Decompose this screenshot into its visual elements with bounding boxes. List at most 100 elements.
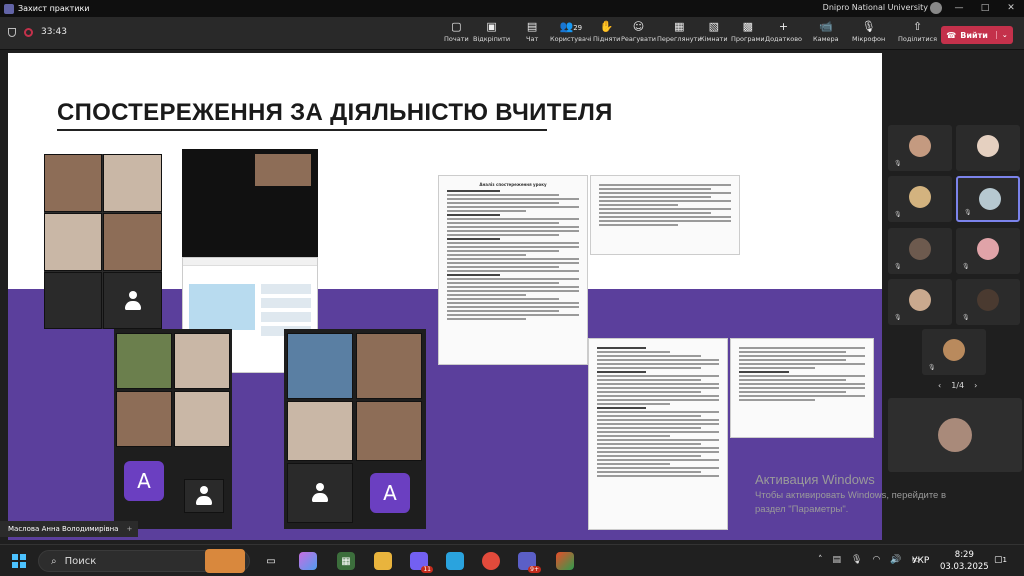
calculator-icon[interactable]: ▦ — [337, 552, 355, 570]
participant-face — [979, 188, 1001, 210]
file-explorer-icon[interactable] — [374, 552, 392, 570]
app-icon[interactable] — [556, 552, 574, 570]
participant-face — [909, 186, 931, 208]
participants-button[interactable]: 👥29 Користувачі — [550, 20, 592, 43]
chat-button[interactable]: ▤ Чат — [526, 20, 538, 43]
participant-tile[interactable]: 🎙 — [888, 176, 952, 222]
avatar: A — [370, 473, 410, 513]
participant-face — [909, 238, 931, 260]
search-label: Поиск — [64, 555, 97, 567]
unpin-button[interactable]: ▣ Відкріпити — [473, 20, 510, 43]
close-button[interactable]: ✕ — [998, 0, 1024, 17]
mic-off-icon: 🎙 — [894, 160, 902, 167]
share-button[interactable]: ⇧ Поділитися — [898, 20, 937, 43]
telegram-icon[interactable] — [446, 552, 464, 570]
participants-count: 29 — [573, 24, 583, 32]
windows-taskbar: ⌕ Поиск ▭ ▦ 11 9+ ˄ ▤ 🎙 ◠ 🔊 ▭ УКР 8:29 0… — [0, 544, 1024, 576]
shield-icon[interactable] — [8, 27, 16, 37]
participant-tile[interactable]: 🎙 — [922, 329, 986, 375]
participant-tile[interactable]: 🎙 — [888, 228, 952, 274]
participant-face — [977, 238, 999, 260]
participant-tile[interactable]: 🎙 — [956, 279, 1020, 325]
apps-button[interactable]: ▩ Програми — [731, 20, 765, 43]
maximize-button[interactable]: □ — [972, 0, 998, 17]
account-avatar[interactable] — [930, 2, 942, 14]
volume-icon[interactable]: 🔊 — [890, 555, 901, 565]
more-icon: + — [778, 20, 789, 33]
chat-icon: ▤ — [526, 20, 538, 33]
video-tile — [184, 479, 224, 513]
recording-icon[interactable] — [24, 27, 33, 37]
notification-icon[interactable]: ▢1 — [994, 555, 1007, 565]
widgets-icon[interactable] — [205, 549, 245, 573]
participant-face — [909, 135, 931, 157]
chevron-left-icon[interactable]: ‹ — [938, 381, 941, 390]
wifi-icon[interactable]: ◠ — [872, 555, 880, 565]
taskbar-clock[interactable]: 8:29 03.03.2025 — [940, 549, 989, 573]
notification-count: 1 — [1002, 556, 1007, 564]
plus-icon[interactable]: + — [126, 525, 132, 533]
mic-off-icon: 🎙 — [894, 211, 902, 218]
start-button[interactable]: ▢ Почати — [444, 20, 469, 43]
participant-tile[interactable]: 🎙 — [888, 125, 952, 171]
mic-off-icon: 🎙 — [894, 263, 902, 270]
camera-button[interactable]: 📹 Камера — [813, 20, 839, 43]
person-icon — [312, 483, 328, 503]
slide-screenshot-gallery-2: A — [114, 329, 232, 529]
participant-tile-active-speaker[interactable]: 🎙 — [956, 176, 1020, 222]
more-button[interactable]: + Додатково — [765, 20, 802, 43]
start-button[interactable] — [12, 554, 26, 568]
task-view-icon[interactable]: ▭ — [262, 552, 280, 570]
video-tile — [44, 272, 102, 329]
slide-document-4 — [730, 338, 874, 438]
mic-button[interactable]: 🎙 Мікрофон — [852, 20, 885, 43]
clock-time: 8:29 — [954, 550, 974, 560]
minimize-button[interactable]: — — [946, 0, 972, 17]
search-icon: ⌕ — [51, 555, 57, 567]
self-video-tile[interactable] — [888, 398, 1022, 472]
slide-screenshot-presenter — [182, 149, 318, 259]
mic-off-icon: 🎙 — [962, 263, 970, 270]
account-name[interactable]: Dnipro National University — [823, 3, 928, 12]
language-indicator[interactable]: УКР — [912, 556, 929, 566]
smile-icon: ☺ — [632, 20, 645, 33]
rooms-button[interactable]: ▧ Кімнати — [700, 20, 728, 43]
video-tile — [356, 401, 422, 461]
view-button[interactable]: ▦ Переглянути — [657, 20, 702, 43]
mic-off-icon: 🎙 — [861, 20, 876, 33]
raise-hand-button[interactable]: ✋ Підняти — [593, 20, 620, 43]
chevron-right-icon[interactable]: › — [974, 381, 977, 390]
participant-face — [938, 418, 972, 452]
mic-icon[interactable]: 🎙 — [851, 555, 862, 565]
video-tile — [116, 333, 172, 389]
participant-face — [977, 289, 999, 311]
system-tray: ˄ ▤ 🎙 ◠ 🔊 ▭ — [818, 555, 920, 565]
rooms-icon: ▧ — [708, 20, 719, 33]
chevron-up-icon[interactable]: ˄ — [818, 555, 823, 565]
mic-off-icon: 🎙 — [928, 364, 936, 371]
hand-icon: ✋ — [599, 20, 614, 33]
person-icon — [124, 290, 141, 311]
person-icon — [196, 486, 212, 506]
chevron-down-icon[interactable]: ⌄ — [995, 31, 1008, 39]
windows-activation-watermark: Активация Windows Чтобы активировать Win… — [755, 472, 947, 515]
leave-button[interactable]: ☎ Вийти ⌄ — [941, 26, 1013, 44]
network-icon[interactable]: ▤ — [833, 555, 842, 565]
copilot-icon[interactable] — [299, 552, 317, 570]
react-button[interactable]: ☺ Реагувати — [621, 20, 656, 43]
gallery-page-indicator: 1/4 — [951, 381, 965, 390]
window-title: Захист практики — [18, 4, 90, 13]
document-title: Аналіз спостереження уроку — [479, 182, 547, 187]
grid-icon: ▦ — [674, 20, 685, 33]
avatar: A — [124, 461, 164, 501]
viber-icon[interactable]: 11 — [410, 552, 433, 573]
chrome-icon[interactable] — [482, 552, 500, 570]
participant-tile[interactable] — [956, 125, 1020, 171]
video-tile — [287, 401, 353, 461]
browser-bar — [183, 258, 317, 266]
people-icon: 👥29 — [559, 20, 583, 33]
teams-icon[interactable]: 9+ — [518, 552, 541, 573]
participant-tile[interactable]: 🎙 — [956, 228, 1020, 274]
participant-tile[interactable]: 🎙 — [888, 279, 952, 325]
video-tile — [287, 333, 353, 399]
